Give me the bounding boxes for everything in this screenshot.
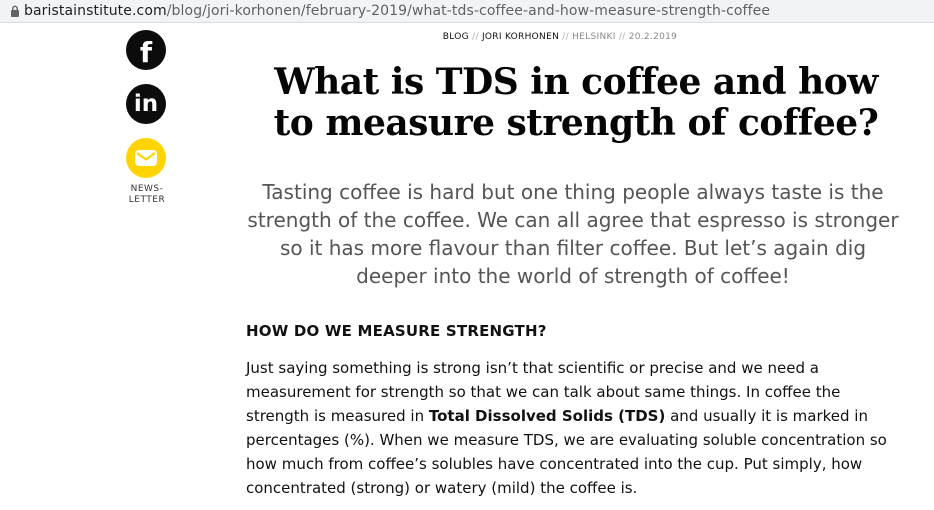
article-intro: Tasting coffee is hard but one thing peo… bbox=[247, 180, 899, 288]
facebook-icon: f bbox=[139, 36, 153, 69]
facebook-share-button[interactable]: f bbox=[126, 30, 166, 70]
section-heading: HOW DO WE MEASURE STRENGTH? bbox=[246, 322, 547, 340]
lock-icon bbox=[6, 5, 24, 17]
linkedin-icon: in bbox=[133, 90, 159, 117]
meta-author[interactable]: JORI KORHONEN bbox=[482, 32, 559, 42]
url-domain: baristainstitute.com bbox=[24, 3, 167, 19]
social-share-rail: f in NEWS- LETTER bbox=[126, 30, 168, 206]
address-bar[interactable]: baristainstitute.com/blog/jori-korhonen/… bbox=[0, 0, 934, 23]
newsletter-label[interactable]: NEWS- LETTER bbox=[126, 184, 168, 206]
article-paragraph: Just saying something is strong isn’t th… bbox=[246, 359, 887, 497]
newsletter-button[interactable] bbox=[126, 138, 166, 178]
tds-term: Total Dissolved Solids (TDS) bbox=[428, 407, 666, 425]
url-text[interactable]: baristainstitute.com/blog/jori-korhonen/… bbox=[24, 3, 770, 19]
article-meta: BLOG // JORI KORHONEN // HELSINKI // 20.… bbox=[442, 32, 678, 42]
linkedin-share-button[interactable]: in bbox=[126, 84, 166, 124]
meta-location: HELSINKI bbox=[572, 32, 616, 42]
url-path: /blog/jori-korhonen/february-2019/what-t… bbox=[166, 3, 771, 19]
meta-section[interactable]: BLOG bbox=[443, 32, 469, 42]
article-title: What is TDS in coffee and how to measure… bbox=[273, 61, 879, 144]
meta-date: 20.2.2019 bbox=[628, 32, 678, 42]
envelope-icon bbox=[135, 150, 157, 166]
